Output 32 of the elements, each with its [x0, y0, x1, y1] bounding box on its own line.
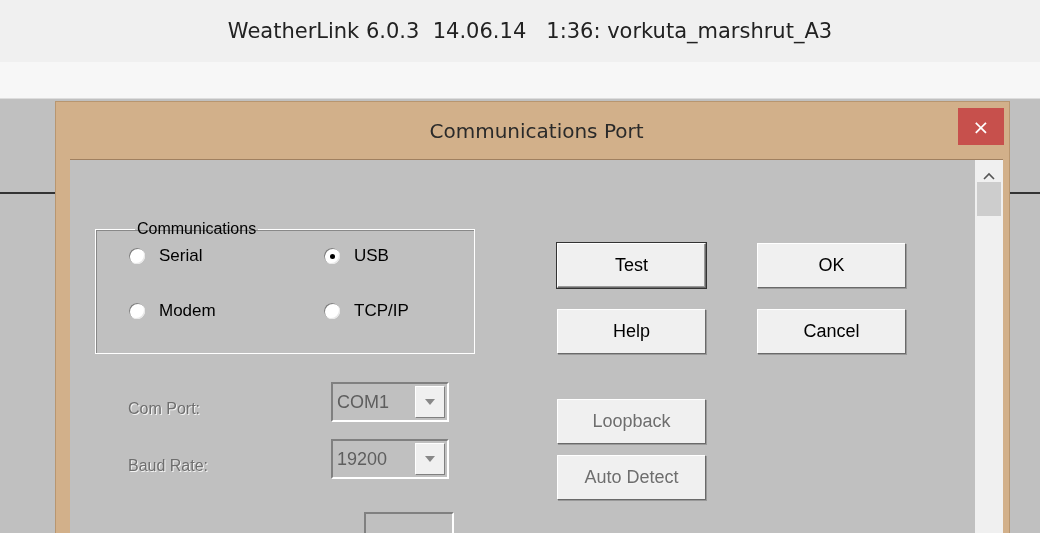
- scrollbar[interactable]: [975, 160, 1003, 533]
- radio-label: Serial: [159, 246, 203, 266]
- radio-button[interactable]: [129, 248, 145, 264]
- dropdown-field[interactable]: [364, 512, 454, 533]
- field-label: Baud Rate:: [128, 457, 210, 476]
- radio-option[interactable]: USB: [324, 246, 474, 266]
- dialog-title: Communications Port: [429, 118, 644, 143]
- radio-label: USB: [354, 246, 389, 266]
- dropdown-value: 19200: [336, 448, 389, 470]
- dialog-button[interactable]: Cancel: [757, 309, 906, 354]
- scroll-up-icon[interactable]: [983, 172, 995, 180]
- radio-label: Modem: [159, 301, 216, 321]
- radio-label: TCP/IP: [354, 301, 409, 321]
- dropdown-button[interactable]: [415, 443, 445, 475]
- close-button[interactable]: ×: [958, 108, 1004, 145]
- scroll-thumb[interactable]: [977, 182, 1001, 216]
- field-label: Com Port:: [128, 400, 201, 419]
- window-title: WeatherLink 6.0.3 14.06.14 1:36: vorkuta_marshrut_A3: [226, 19, 833, 43]
- radio-button[interactable]: [324, 303, 340, 319]
- dropdown-arrow-icon: [425, 456, 435, 462]
- radio-button[interactable]: [129, 303, 145, 319]
- group-label: Communications: [136, 220, 258, 238]
- dialog-button[interactable]: Test: [557, 243, 706, 288]
- dropdown-button[interactable]: [415, 386, 445, 418]
- radio-option[interactable]: Serial: [129, 246, 324, 266]
- radio-option[interactable]: TCP/IP: [324, 301, 474, 321]
- dialog-button[interactable]: Help: [557, 309, 706, 354]
- dropdown-arrow-icon: [425, 399, 435, 405]
- dialog-button[interactable]: OK: [757, 243, 906, 288]
- radio-button[interactable]: [324, 248, 340, 264]
- dropdown-value: COM1: [336, 391, 390, 413]
- radio-option[interactable]: Modem: [129, 301, 324, 321]
